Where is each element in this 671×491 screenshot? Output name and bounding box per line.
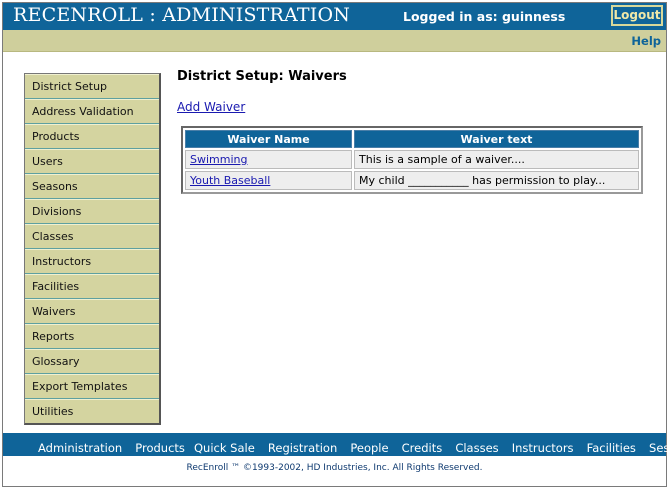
nav-facilities[interactable]: Facilities <box>587 441 636 455</box>
nav-people[interactable]: People <box>350 441 388 455</box>
waiver-text-cell: This is a sample of a waiver.... <box>354 150 639 169</box>
logged-in-user: Logged in as: guinness <box>403 9 566 24</box>
table-header-row: Waiver Name Waiver text <box>185 130 639 148</box>
sidebar-item-products[interactable]: Products <box>25 124 159 149</box>
app-window: RECENROLL : ADMINISTRATION Logged in as:… <box>2 2 671 487</box>
sidebar-item-waivers[interactable]: Waivers <box>25 299 159 324</box>
sidebar-item-classes[interactable]: Classes <box>25 224 159 249</box>
nav-sessions[interactable]: Sessions <box>649 441 671 455</box>
nav-instructors[interactable]: Instructors <box>512 441 574 455</box>
sidebar-item-divisions[interactable]: Divisions <box>25 199 159 224</box>
sidebar-item-glossary[interactable]: Glossary <box>25 349 159 374</box>
sidebar-item-utilities[interactable]: Utilities <box>25 399 159 423</box>
nav-products[interactable]: Products <box>135 441 185 455</box>
sidebar-item-export-templates[interactable]: Export Templates <box>25 374 159 399</box>
nav-quick-sale[interactable]: Quick Sale <box>194 441 255 455</box>
nav-registration[interactable]: Registration <box>268 441 337 455</box>
waiver-name-link[interactable]: Youth Baseball <box>190 174 270 187</box>
nav-classes[interactable]: Classes <box>455 441 498 455</box>
sidebar-item-seasons[interactable]: Seasons <box>25 174 159 199</box>
waiver-name-link[interactable]: Swimming <box>190 153 247 166</box>
sidebar-item-address-validation[interactable]: Address Validation <box>25 99 159 124</box>
header-bar: RECENROLL : ADMINISTRATION Logged in as:… <box>3 3 666 30</box>
bottom-nav: Administration Products Quick Sale Regis… <box>3 433 671 456</box>
sidebar-item-reports[interactable]: Reports <box>25 324 159 349</box>
sidebar-item-facilities[interactable]: Facilities <box>25 274 159 299</box>
help-link[interactable]: Help <box>631 34 661 48</box>
waivers-table: Waiver Name Waiver text Swimming This is… <box>181 126 643 194</box>
logout-button[interactable]: Logout <box>611 5 663 26</box>
sidebar-item-instructors[interactable]: Instructors <box>25 249 159 274</box>
column-header-waiver-text[interactable]: Waiver text <box>354 130 639 148</box>
table-row: Swimming This is a sample of a waiver...… <box>185 150 639 169</box>
waiver-name-cell: Youth Baseball <box>185 171 352 190</box>
add-waiver-link[interactable]: Add Waiver <box>177 100 245 114</box>
app-title: RECENROLL : ADMINISTRATION <box>13 4 351 26</box>
column-header-waiver-name[interactable]: Waiver Name <box>185 130 352 148</box>
nav-administration[interactable]: Administration <box>38 441 122 455</box>
copyright-footer: RecEnroll ™ ©1993-2002, HD Industries, I… <box>186 463 483 473</box>
sidebar: District Setup Address Validation Produc… <box>24 73 161 425</box>
sidebar-item-district-setup[interactable]: District Setup <box>25 74 159 99</box>
table-row: Youth Baseball My child ___________ has … <box>185 171 639 190</box>
sidebar-item-users[interactable]: Users <box>25 149 159 174</box>
page-title: District Setup: Waivers <box>177 69 347 84</box>
waiver-text-cell: My child ___________ has permission to p… <box>354 171 639 190</box>
help-bar: Help <box>3 30 666 52</box>
waiver-name-cell: Swimming <box>185 150 352 169</box>
nav-credits[interactable]: Credits <box>402 441 443 455</box>
